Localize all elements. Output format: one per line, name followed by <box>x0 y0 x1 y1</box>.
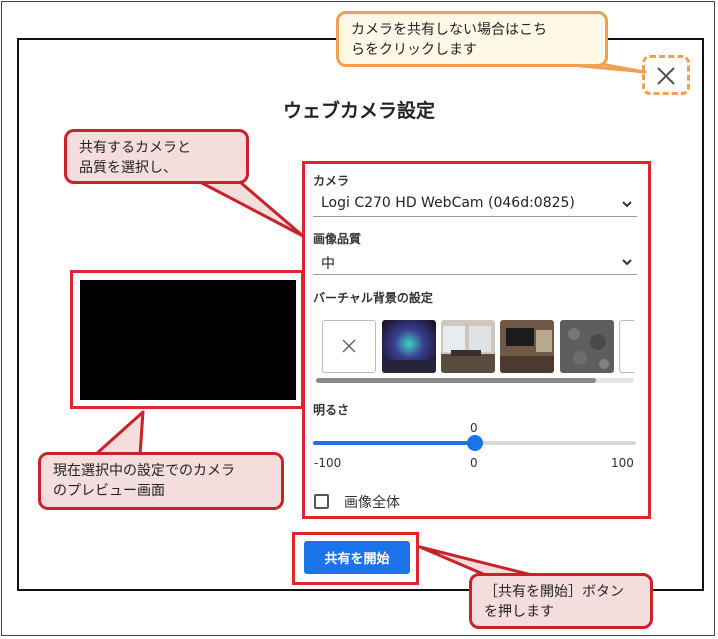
dialog-title: ウェブカメラ設定 <box>282 100 435 122</box>
select-hint-line1: 共有するカメラと <box>79 140 191 156</box>
aurora-thumbnail <box>382 320 436 373</box>
background-room2-option[interactable] <box>500 320 554 373</box>
no-background-icon <box>342 339 356 353</box>
preview-hint-line2: のプレビュー画面 <box>53 483 165 499</box>
background-room1-option[interactable] <box>441 320 495 373</box>
camera-select[interactable]: Logi C270 HD WebCam (046d:0825) <box>313 193 637 217</box>
brightness-min-label: -100 <box>314 456 342 470</box>
camera-preview <box>80 280 296 400</box>
camera-select-value: Logi C270 HD WebCam (046d:0825) <box>321 195 575 211</box>
background-stone-option[interactable] <box>560 320 614 373</box>
quality-select-value: 中 <box>321 256 335 272</box>
stone-thumbnail <box>560 320 614 373</box>
preview-hint-callout: 現在選択中の設定でのカメラ のプレビュー画面 <box>38 452 284 510</box>
brightness-value: 0 <box>470 421 478 435</box>
close-icon[interactable] <box>654 64 678 88</box>
select-hint-callout: 共有するカメラと 品質を選択し、 <box>64 129 249 184</box>
camera-label: カメラ <box>313 174 350 188</box>
full-image-label: 画像全体 <box>344 495 400 511</box>
quality-select[interactable]: 中 <box>313 251 637 275</box>
start-hint-callout: ［共有を開始］ボタン を押します <box>469 573 653 629</box>
full-image-checkbox[interactable] <box>314 494 329 509</box>
brightness-max-label: 100 <box>611 456 634 470</box>
start-hint-line2: を押します <box>484 604 554 620</box>
background-aurora-option[interactable] <box>382 320 436 373</box>
background-scrollbar-thumb[interactable] <box>316 378 596 383</box>
close-hint-line2: らをクリックします <box>351 42 477 58</box>
background-more-option[interactable] <box>619 320 634 373</box>
virtual-background-label: バーチャル背景の設定 <box>313 291 433 305</box>
brightness-slider-fill <box>313 441 475 445</box>
room2-thumbnail <box>500 320 554 373</box>
close-hint-callout: カメラを共有しない場合はこち らをクリックします <box>336 11 608 67</box>
chevron-down-icon <box>622 259 632 266</box>
brightness-slider-thumb[interactable] <box>466 435 483 451</box>
room1-thumbnail <box>441 320 495 373</box>
close-hint-line1: カメラを共有しない場合はこち <box>351 22 547 38</box>
start-hint-line1: ［共有を開始］ボタン <box>484 584 624 600</box>
background-none-option[interactable] <box>322 320 376 373</box>
preview-hint-line1: 現在選択中の設定でのカメラ <box>53 463 235 479</box>
brightness-mid-label: 0 <box>470 456 478 470</box>
start-sharing-button[interactable]: 共有を開始 <box>304 541 410 574</box>
chevron-down-icon <box>622 201 632 208</box>
brightness-label: 明るさ <box>313 403 350 417</box>
quality-label: 画像品質 <box>313 232 362 246</box>
select-hint-line2: 品質を選択し、 <box>79 160 177 176</box>
